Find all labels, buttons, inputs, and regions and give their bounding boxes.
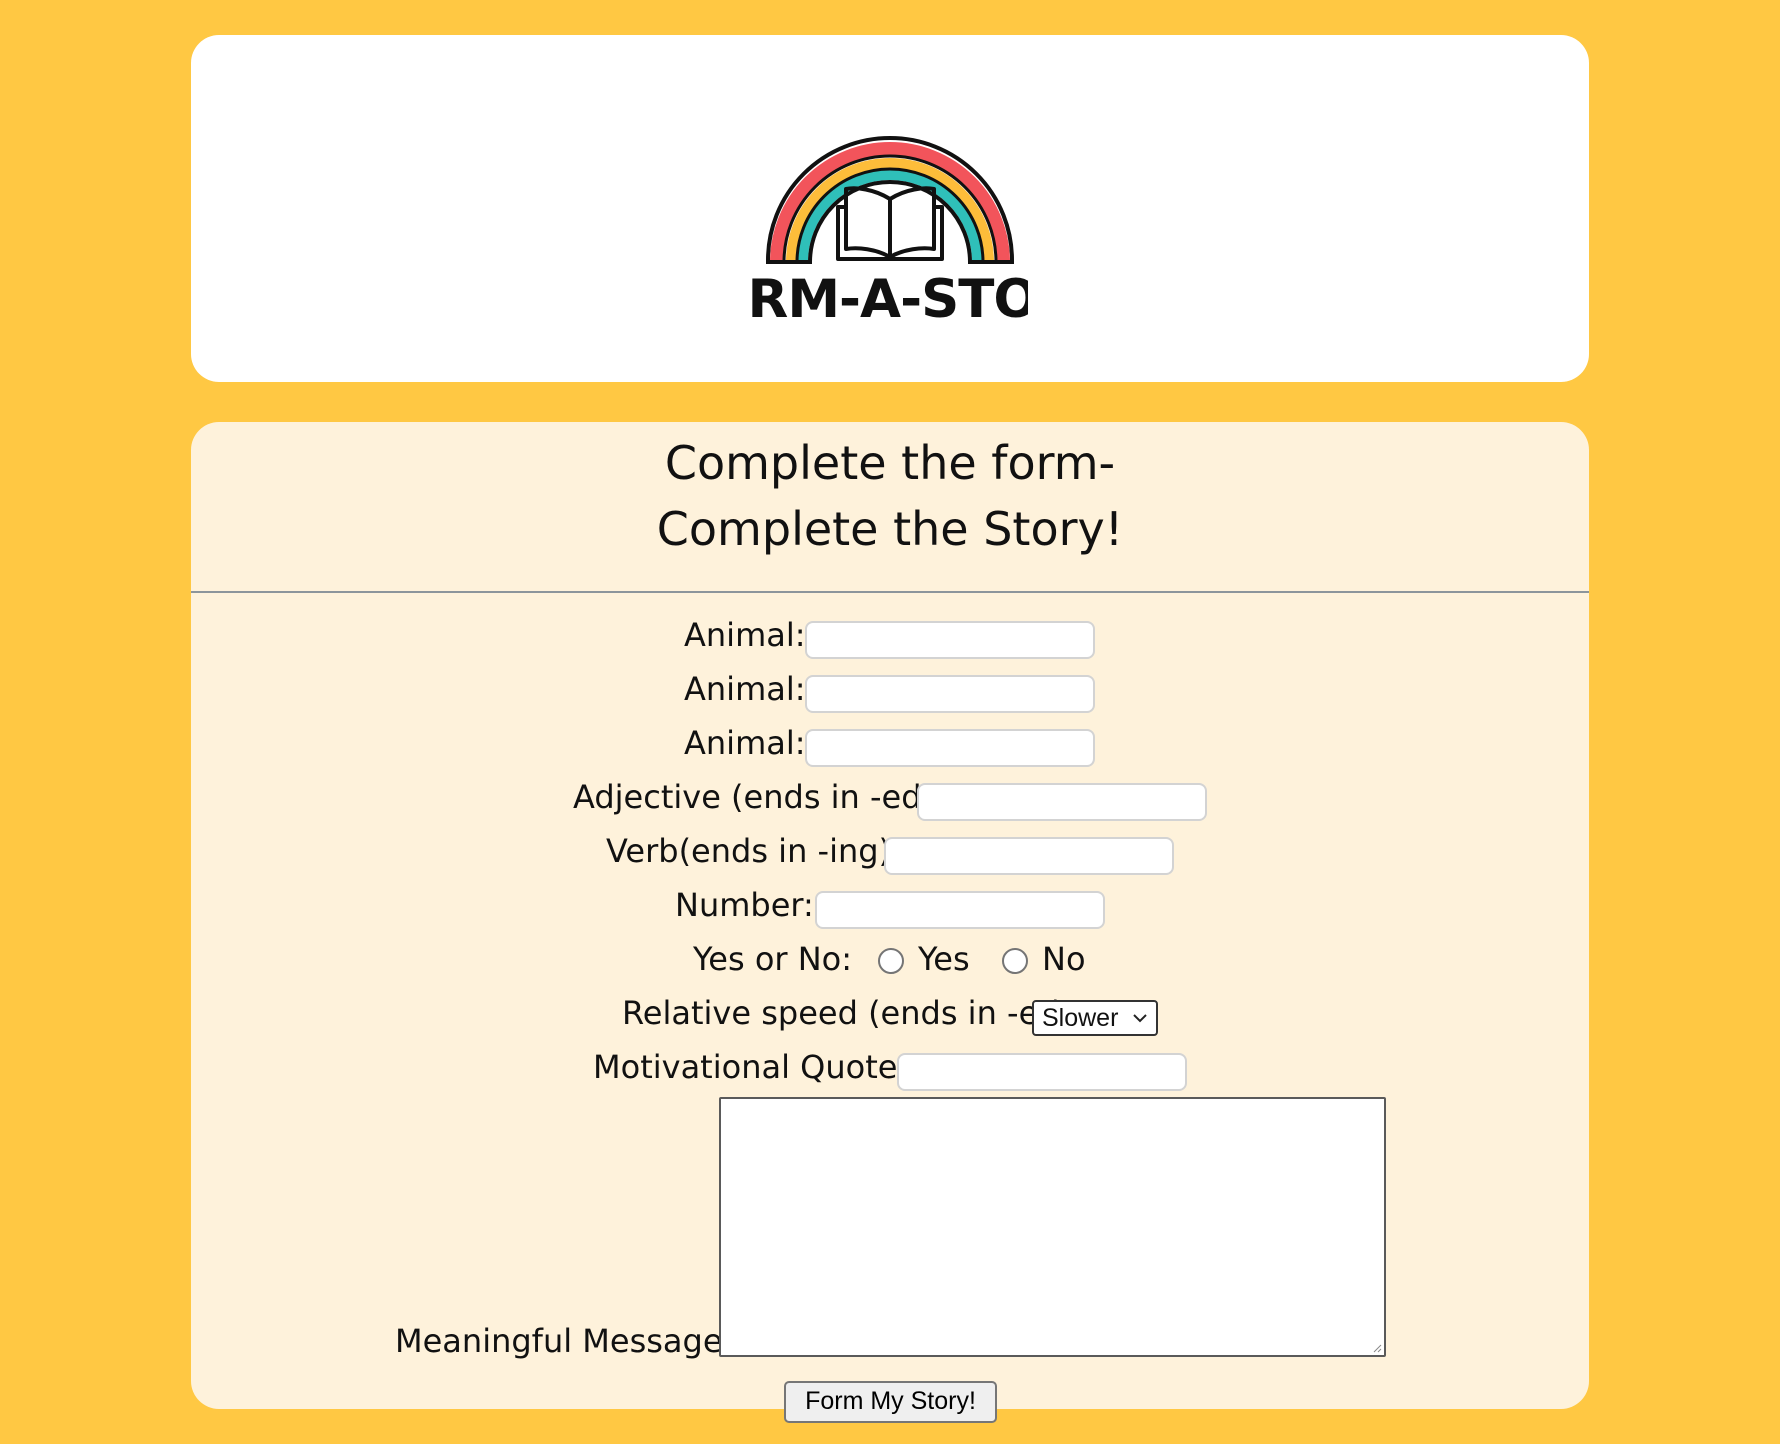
adjective-input[interactable]: [917, 783, 1207, 821]
header-card: FORM-A-STORY: [191, 35, 1589, 382]
number-label: Number:: [675, 886, 814, 924]
adjective-label: Adjective (ends in -ed):: [573, 778, 945, 816]
animal-3-input[interactable]: [805, 729, 1095, 767]
yes-radio[interactable]: [878, 948, 904, 974]
heading-line-2: Complete the Story!: [656, 502, 1124, 556]
divider: [191, 591, 1589, 593]
heading-line-1: Complete the form-: [664, 436, 1116, 490]
yes-no-label: Yes or No:: [693, 940, 853, 978]
logo: FORM-A-STORY: [191, 35, 1589, 382]
story-form: Complete the form- Complete the Story! A…: [191, 422, 1589, 1423]
animal-2-label: Animal:: [684, 670, 806, 708]
rainbow-book-icon: FORM-A-STORY: [752, 136, 1028, 325]
no-option-label[interactable]: No: [1042, 939, 1086, 979]
logo-text: FORM-A-STORY: [752, 269, 1028, 325]
form-my-story-button[interactable]: Form My Story!: [784, 1381, 997, 1423]
form-heading: Complete the form- Complete the Story!: [191, 430, 1589, 562]
quote-label: Motivational Quote:: [593, 1048, 909, 1086]
chevron-down-icon: [1133, 1014, 1147, 1023]
quote-input[interactable]: [897, 1053, 1187, 1091]
message-textarea[interactable]: [719, 1097, 1386, 1357]
no-radio[interactable]: [1002, 948, 1028, 974]
yes-option-label[interactable]: Yes: [918, 939, 970, 979]
speed-label: Relative speed (ends in -er): [622, 994, 1064, 1032]
verb-label: Verb(ends in -ing):: [606, 832, 902, 870]
resize-grip-icon[interactable]: [1372, 1343, 1382, 1353]
speed-select-value: Slower: [1042, 1004, 1119, 1032]
message-label: Meaningful Message:: [395, 1322, 734, 1360]
verb-input[interactable]: [884, 837, 1174, 875]
animal-3-label: Animal:: [684, 724, 806, 762]
animal-1-input[interactable]: [805, 621, 1095, 659]
speed-select[interactable]: Slower: [1032, 1000, 1158, 1036]
number-input[interactable]: [815, 891, 1105, 929]
animal-1-label: Animal:: [684, 616, 806, 654]
animal-2-input[interactable]: [805, 675, 1095, 713]
